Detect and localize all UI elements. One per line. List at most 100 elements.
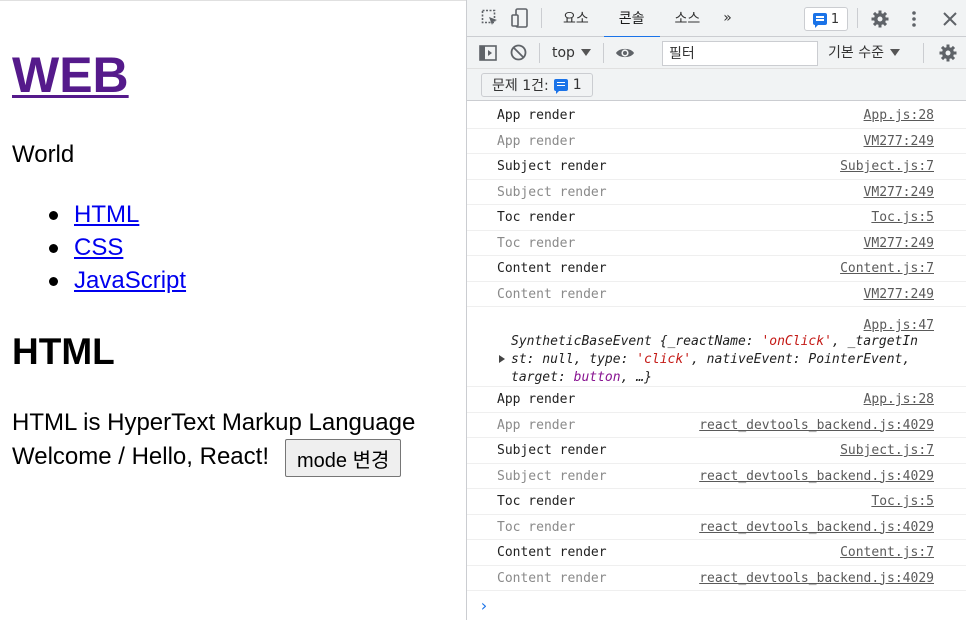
close-icon[interactable] [935, 0, 965, 37]
more-tabs-button[interactable]: » [715, 0, 740, 37]
site-title: WEB [12, 45, 129, 105]
source-link[interactable]: Subject.js:7 [840, 443, 934, 458]
console-message: Content render [497, 570, 607, 586]
source-link[interactable]: VM277:249 [864, 185, 934, 200]
toolbar-divider [539, 42, 540, 63]
console-row: Subject render Subject.js:7 [467, 154, 966, 180]
message-icon [553, 78, 568, 94]
console-message: Toc render [497, 519, 576, 535]
source-link[interactable]: Content.js:7 [840, 261, 934, 276]
log-level-selector[interactable]: 기본 수준 [828, 42, 900, 62]
toc-link-css[interactable]: CSS [74, 234, 123, 261]
source-link[interactable]: react_devtools_backend.js:4029 [699, 418, 934, 433]
console-message: Content render [497, 286, 607, 302]
console-message: App render [497, 133, 576, 149]
issues-bar: 문제 1건: 1 [467, 69, 966, 101]
issues-badge-button[interactable]: 1 [804, 7, 848, 31]
inspect-element-icon[interactable] [475, 0, 505, 37]
source-link[interactable]: react_devtools_backend.js:4029 [699, 571, 934, 586]
console-row: Subject render react_devtools_backend.js:… [467, 464, 966, 489]
console-message: Content render [497, 261, 607, 276]
welcome-text: Welcome / Hello, React! [12, 443, 269, 470]
site-subtitle: World [12, 141, 75, 168]
devtools-panel: 요소 콘솔 소스 » 1 top 필터 기본 수준 문제 1건: 1 App r… [466, 0, 966, 620]
device-toggle-icon[interactable] [505, 0, 535, 37]
console-prompt[interactable]: › [479, 596, 489, 615]
chevron-down-icon [889, 48, 900, 56]
console-row: Content render Content.js:7 [467, 256, 966, 282]
gear-icon[interactable] [865, 0, 895, 37]
context-value: top [552, 44, 575, 61]
console-message: App render [497, 417, 576, 433]
source-link[interactable]: react_devtools_backend.js:4029 [699, 520, 934, 535]
console-row: Content render Content.js:7 [467, 540, 966, 566]
console-row: Toc render VM277:249 [467, 231, 966, 256]
console-row: App render react_devtools_backend.js:4029 [467, 413, 966, 438]
console-row: App render App.js:28 [467, 103, 966, 129]
devtools-tabbar: 요소 콘솔 소스 » 1 [467, 0, 966, 38]
source-link[interactable]: VM277:249 [864, 134, 934, 149]
sidebar-toggle-icon[interactable] [473, 34, 503, 71]
article-title: HTML [12, 331, 115, 372]
issues-count: 1 [572, 76, 582, 93]
tab-elements[interactable]: 요소 [548, 0, 604, 37]
context-selector[interactable]: top [546, 45, 597, 61]
source-link[interactable]: App.js:28 [864, 108, 934, 123]
console-row: Subject render VM277:249 [467, 180, 966, 205]
console-settings-gear-icon[interactable] [933, 34, 963, 71]
source-link[interactable]: VM277:249 [864, 236, 934, 251]
console-message: Subject render [497, 443, 607, 458]
console-message: Subject render [497, 184, 607, 200]
console-message: Toc render [497, 210, 576, 225]
console-message: App render [497, 108, 576, 123]
source-link[interactable]: App.js:28 [864, 392, 934, 407]
toc-list: HTML CSS JavaScript [48, 198, 186, 297]
console-row: Content render react_devtools_backend.js:… [467, 566, 966, 591]
source-link[interactable]: Toc.js:5 [871, 210, 934, 225]
source-link[interactable]: react_devtools_backend.js:4029 [699, 469, 934, 484]
filter-input[interactable] [662, 41, 818, 66]
console-message: Toc render [497, 494, 576, 509]
console-message: Subject render [497, 468, 607, 484]
toolbar-divider [923, 43, 924, 63]
issues-label: 문제 1건: [492, 77, 549, 94]
toc-item: JavaScript [48, 264, 186, 297]
site-title-link[interactable]: WEB [12, 47, 129, 103]
console-row: App render VM277:249 [467, 129, 966, 154]
console-message: App render [497, 392, 576, 407]
console-message: Toc render [497, 235, 576, 251]
console-row: Toc render Toc.js:5 [467, 489, 966, 515]
expand-triangle-icon[interactable] [499, 355, 505, 363]
web-page-viewport: WEB World HTML CSS JavaScript HTML HTML … [0, 0, 466, 620]
issues-badge-count: 1 [830, 11, 840, 27]
kebab-menu-icon[interactable] [899, 0, 929, 37]
synthetic-event-object[interactable]: SyntheticBaseEvent {_reactName: 'onClick… [511, 333, 951, 387]
toolbar-divider [602, 42, 604, 63]
toc-link-javascript[interactable]: JavaScript [74, 267, 186, 294]
console-row: Toc render react_devtools_backend.js:4029 [467, 515, 966, 540]
issues-button[interactable]: 문제 1건: 1 [481, 72, 593, 97]
tab-console[interactable]: 콘솔 [603, 0, 660, 38]
source-link[interactable]: Content.js:7 [840, 545, 934, 560]
console-row: Content render VM277:249 [467, 282, 966, 307]
toc-link-html[interactable]: HTML [74, 201, 139, 228]
message-icon [812, 13, 827, 28]
console-row: App render App.js:28 [467, 387, 966, 413]
console-log: App render App.js:28 App render VM277:249 … [467, 103, 966, 591]
source-link[interactable]: Subject.js:7 [840, 159, 934, 174]
source-link[interactable]: VM277:249 [864, 287, 934, 302]
toolbar-divider [541, 8, 542, 28]
source-link[interactable]: App.js:47 [864, 318, 934, 333]
console-row: Toc render Toc.js:5 [467, 205, 966, 231]
live-expression-eye-icon[interactable] [610, 34, 640, 71]
source-link[interactable]: Toc.js:5 [871, 494, 934, 509]
tab-sources[interactable]: 소스 [660, 0, 716, 37]
log-level-value: 기본 수준 [828, 45, 884, 61]
console-message: Subject render [497, 159, 607, 174]
mode-change-button[interactable]: mode 변경 [285, 439, 402, 477]
article-description: HTML is HyperText Markup Language [12, 409, 416, 436]
toc-item: CSS [48, 231, 186, 264]
toc-item: HTML [48, 198, 186, 231]
console-object-row: App.js:47 SyntheticBaseEvent {_reactName… [467, 307, 966, 387]
clear-console-icon[interactable] [503, 34, 533, 71]
